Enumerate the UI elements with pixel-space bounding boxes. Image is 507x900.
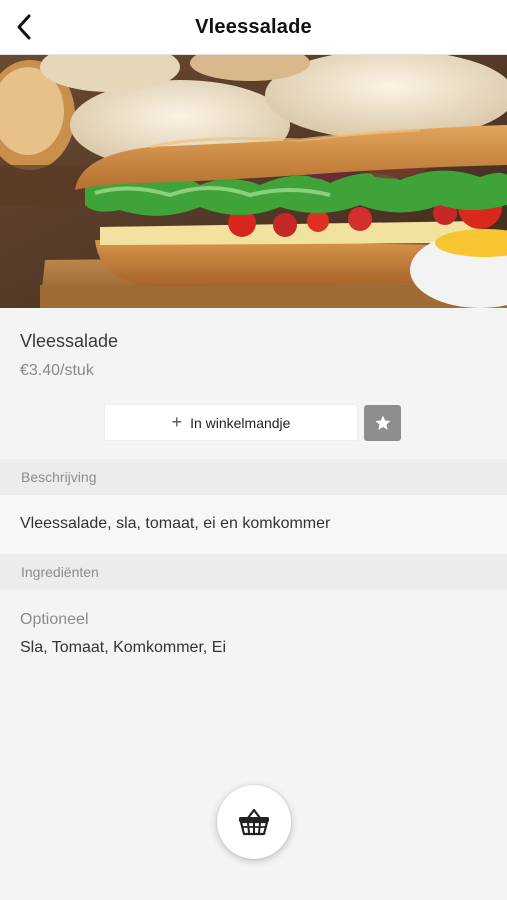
top-nav-bar: Vleessalade: [0, 0, 507, 55]
favorite-button[interactable]: [364, 405, 401, 441]
optional-label: Optioneel: [20, 611, 89, 628]
product-price: €3.40/stuk: [20, 362, 94, 379]
product-image: [0, 55, 507, 308]
optional-ingredients: Sla, Tomaat, Komkommer, Ei: [20, 639, 226, 656]
product-name: Vleessalade: [20, 331, 119, 351]
star-icon: [375, 415, 390, 430]
basket-button[interactable]: [217, 785, 291, 859]
basket-icon: [239, 808, 269, 836]
description-text: Vleessalade, sla, tomaat, ei en komkomme…: [20, 515, 331, 532]
chevron-left-icon: [17, 14, 31, 40]
description-section-header: Beschrijving: [0, 459, 507, 495]
ingredients-section-header: Ingrediënten: [0, 554, 507, 590]
add-to-cart-button[interactable]: + In winkelmandje: [104, 404, 358, 441]
plus-icon: +: [171, 411, 183, 432]
back-button[interactable]: [8, 10, 40, 44]
page-title: Vleessalade: [195, 15, 312, 38]
add-to-cart-label: In winkelmandje: [190, 414, 291, 431]
